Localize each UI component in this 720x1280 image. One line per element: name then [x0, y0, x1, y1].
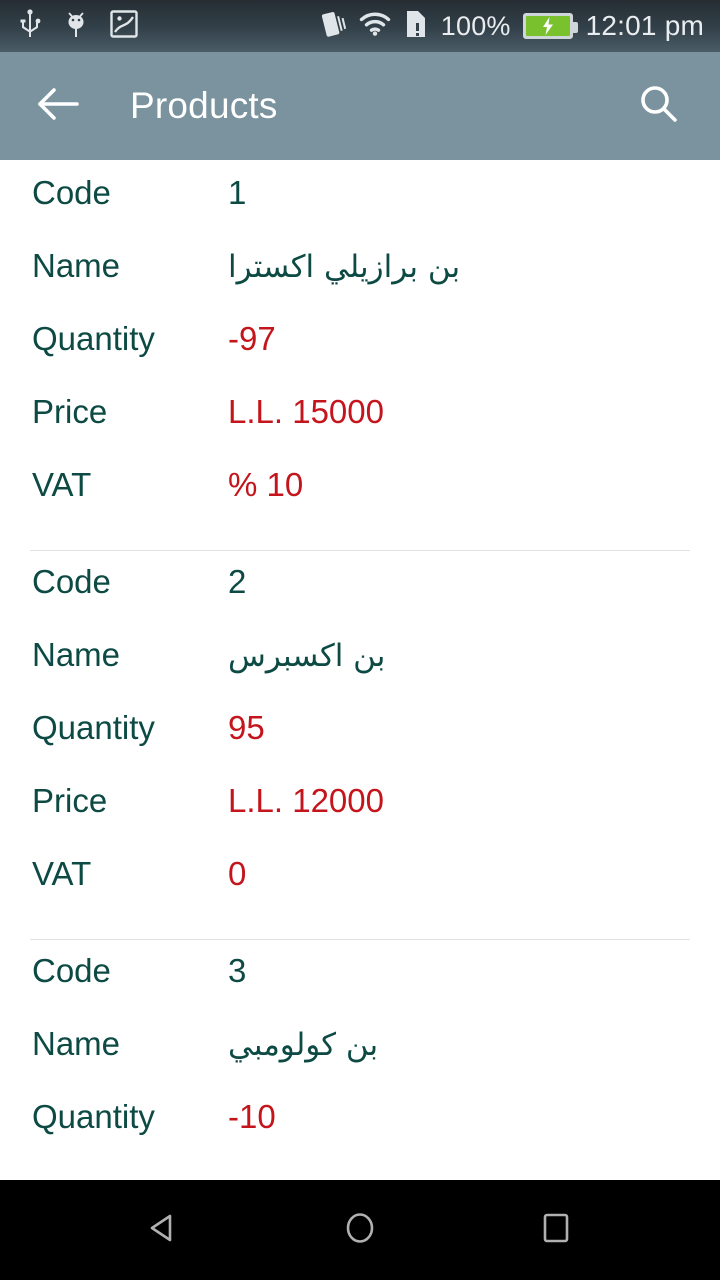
field-row-name: Name بن برازيلي اكسترا	[0, 247, 720, 320]
field-row-code: Code 2	[0, 563, 720, 636]
field-value-code: 2	[228, 563, 247, 600]
field-value-vat: % 10	[228, 466, 304, 503]
list-item[interactable]: Code 3 Name بن كولومبي Quantity -10	[0, 952, 720, 1171]
field-row-code: Code 1	[0, 174, 720, 247]
field-row-vat: VAT 0	[0, 855, 720, 928]
wifi-icon	[359, 11, 391, 42]
nav-back-button[interactable]	[126, 1192, 202, 1268]
field-value-price: L.L. 15000	[228, 393, 384, 430]
field-row-quantity: Quantity -10	[0, 1098, 720, 1171]
nav-back-icon	[144, 1208, 184, 1253]
field-row-price: Price L.L. 12000	[0, 782, 720, 855]
field-value-quantity: -10	[228, 1098, 276, 1135]
field-label-price: Price	[32, 393, 108, 430]
arrow-left-icon	[36, 84, 82, 129]
search-icon	[637, 82, 681, 131]
nav-home-button[interactable]	[322, 1192, 398, 1268]
field-label-code: Code	[32, 563, 111, 600]
nav-home-icon	[340, 1208, 380, 1253]
field-label-code: Code	[32, 952, 111, 989]
status-bar-left-icons	[18, 8, 138, 44]
nav-recents-button[interactable]	[518, 1192, 594, 1268]
back-button[interactable]	[30, 77, 88, 135]
field-value-vat: 0	[228, 855, 247, 892]
field-row-price: Price L.L. 15000	[0, 393, 720, 466]
status-bar-clock: 12:01 pm	[585, 10, 704, 41]
field-value-price: L.L. 12000	[228, 782, 384, 819]
field-value-code: 3	[228, 952, 247, 989]
field-label-vat: VAT	[32, 855, 92, 892]
field-label-vat: VAT	[32, 466, 92, 503]
list-item[interactable]: Code 2 Name بن اكسبرس Quantity 95 Price …	[0, 563, 720, 928]
field-label-quantity: Quantity	[32, 1098, 155, 1135]
battery-icon	[522, 13, 578, 39]
field-row-name: Name بن كولومبي	[0, 1025, 720, 1098]
field-label-name: Name	[32, 636, 121, 673]
screenshot-image-icon	[110, 9, 138, 43]
field-label-name: Name	[32, 1025, 121, 1062]
field-row-name: Name بن اكسبرس	[0, 636, 720, 709]
field-label-quantity: Quantity	[32, 320, 155, 357]
field-value-name: بن كولومبي	[228, 1027, 379, 1063]
app-bar: Products	[0, 52, 720, 167]
nav-recents-icon	[536, 1208, 576, 1253]
field-label-price: Price	[32, 782, 108, 819]
page-title: Products	[130, 85, 278, 126]
field-row-code: Code 3	[0, 952, 720, 1025]
list-item[interactable]: Code 1 Name بن برازيلي اكسترا Quantity -…	[0, 174, 720, 539]
field-value-quantity: -97	[228, 320, 276, 357]
products-list[interactable]: Code 1 Name بن برازيلي اكسترا Quantity -…	[0, 160, 720, 1280]
status-bar-right-group: 100% 12:01 pm	[320, 9, 704, 44]
android-debug-icon	[64, 9, 88, 44]
android-navigation-bar	[0, 1180, 720, 1280]
field-value-name: بن برازيلي اكسترا	[228, 249, 461, 285]
list-divider	[30, 550, 690, 551]
list-divider	[30, 939, 690, 940]
vibrate-icon	[320, 9, 346, 44]
field-label-code: Code	[32, 174, 111, 211]
field-label-quantity: Quantity	[32, 709, 155, 746]
status-bar: 100% 12:01 pm	[0, 0, 720, 52]
battery-percent-label: 100%	[440, 10, 511, 41]
field-row-quantity: Quantity 95	[0, 709, 720, 782]
field-value-code: 1	[228, 174, 247, 211]
field-row-quantity: Quantity -97	[0, 320, 720, 393]
sim-card-alert-icon	[404, 9, 428, 44]
field-value-quantity: 95	[228, 709, 265, 746]
field-value-name: بن اكسبرس	[228, 638, 386, 674]
usb-icon	[18, 8, 42, 44]
search-button[interactable]	[630, 77, 688, 135]
field-label-name: Name	[32, 247, 121, 284]
field-row-vat: VAT % 10	[0, 466, 720, 539]
